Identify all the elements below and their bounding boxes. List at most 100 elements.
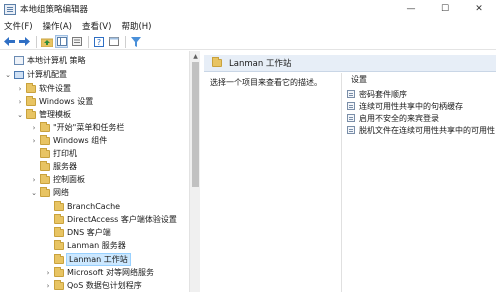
up-folder-icon[interactable]	[40, 35, 53, 48]
chevron-right-icon[interactable]: ›	[16, 98, 24, 106]
details-header: Lanman 工作站	[204, 55, 496, 72]
folder-icon	[40, 186, 50, 197]
details-header-title: Lanman 工作站	[229, 59, 292, 69]
folder-icon	[54, 266, 64, 277]
folder-icon	[54, 200, 64, 211]
tree-item-control-panel[interactable]: › 控制面板	[30, 173, 85, 186]
list-view-icon[interactable]	[70, 35, 83, 48]
tree-item-printers[interactable]: 打印机	[30, 147, 77, 160]
chevron-right-icon[interactable]: ›	[44, 269, 52, 277]
title-bar: 本地组策略编辑器 — ☐ ✕	[0, 0, 496, 18]
tree-item-qos[interactable]: › QoS 数据包计划程序	[44, 279, 142, 292]
folder-icon	[26, 82, 36, 93]
setting-label: 启用不安全的来宾登录	[359, 113, 439, 123]
tree-item-lanman-server[interactable]: Lanman 服务器	[44, 239, 126, 252]
tree-item-computer-config[interactable]: ⌄ 计算机配置	[4, 68, 67, 81]
menu-bar: 文件(F) 操作(A) 查看(V) 帮助(H)	[0, 18, 496, 34]
tree-item-start-menu-taskbar[interactable]: › "开始"菜单和任务栏	[30, 121, 124, 134]
folder-icon	[40, 134, 50, 145]
tree-item-label: DirectAccess 客户端体验设置	[67, 215, 177, 224]
chevron-right-icon[interactable]: ›	[30, 124, 38, 132]
toolbar-separator	[125, 35, 126, 48]
scroll-thumb[interactable]	[192, 62, 199, 187]
folder-icon	[54, 239, 64, 250]
tree-item-label: Windows 设置	[39, 97, 94, 106]
tree-item-windows-components[interactable]: › Windows 组件	[30, 134, 107, 147]
chevron-right-icon[interactable]: ›	[30, 176, 38, 184]
folder-icon	[26, 108, 36, 119]
chevron-down-icon[interactable]: ⌄	[30, 189, 38, 197]
setting-row[interactable]: 密码套件顺序	[347, 88, 407, 100]
tree-item-label: Windows 组件	[53, 136, 108, 145]
tree-item-label: Lanman 工作站	[66, 253, 131, 266]
tree-item-branchcache[interactable]: BranchCache	[44, 200, 120, 213]
window-controls: — ☐ ✕	[394, 0, 496, 18]
folder-icon	[54, 226, 64, 237]
folder-icon	[54, 213, 64, 224]
folder-icon	[40, 147, 50, 158]
toolbar: ?	[0, 34, 496, 50]
menu-action[interactable]: 操作(A)	[43, 20, 72, 32]
setting-icon	[347, 102, 355, 110]
chevron-down-icon[interactable]: ⌄	[16, 111, 24, 119]
tree-item-label: Microsoft 对等网络服务	[67, 268, 154, 277]
window-title: 本地组策略编辑器	[20, 5, 89, 15]
setting-row[interactable]: 启用不安全的来宾登录	[347, 112, 439, 124]
tree-scrollbar[interactable]: ▲	[189, 51, 200, 292]
tree-item-label: "开始"菜单和任务栏	[53, 123, 125, 132]
tree-item-label: DNS 客户端	[67, 228, 111, 237]
setting-icon	[347, 90, 355, 98]
folder-icon	[54, 253, 64, 264]
svg-text:?: ?	[96, 38, 100, 47]
toolbar-separator	[88, 35, 89, 48]
maximize-button[interactable]: ☐	[428, 0, 462, 18]
chevron-right-icon[interactable]: ›	[44, 282, 52, 290]
setting-row[interactable]: 脱机文件在连续可用性共享中的可用性	[347, 124, 495, 136]
menu-view[interactable]: 查看(V)	[82, 20, 111, 32]
policy-editor-app-icon	[4, 3, 16, 15]
tree-item-admin-templates[interactable]: ⌄ 管理模板	[16, 108, 71, 121]
folder-icon	[40, 121, 50, 132]
help-icon[interactable]: ?	[92, 35, 105, 48]
setting-row[interactable]: 连续可用性共享中的句柄缓存	[347, 100, 463, 112]
settings-column-header[interactable]: 设置	[351, 74, 367, 85]
toolbar-separator	[36, 35, 37, 48]
tree-item-microsoft-p2p[interactable]: › Microsoft 对等网络服务	[44, 266, 154, 279]
chevron-right-icon[interactable]: ›	[16, 85, 24, 93]
tree-item-directaccess[interactable]: DirectAccess 客户端体验设置	[44, 213, 177, 226]
tree-item-software-settings[interactable]: › 软件设置	[16, 82, 71, 95]
chevron-down-icon[interactable]: ⌄	[4, 71, 12, 79]
tree-item-label: 控制面板	[53, 175, 85, 184]
forward-icon[interactable]	[18, 35, 31, 48]
description-text: 选择一个项目来查看它的描述。	[210, 78, 322, 87]
scroll-up-arrow-icon[interactable]: ▲	[190, 51, 201, 61]
show-hide-tree-icon[interactable]	[55, 35, 68, 48]
details-pane: Lanman 工作站 选择一个项目来查看它的描述。 设置 密码套件顺序 连续可用…	[204, 51, 496, 292]
chevron-right-icon[interactable]: ›	[30, 137, 38, 145]
setting-icon	[347, 126, 355, 134]
tree-item-network[interactable]: ⌄ 网络	[30, 186, 69, 199]
minimize-button[interactable]: —	[394, 0, 428, 18]
folder-icon	[212, 57, 222, 67]
filter-icon[interactable]	[129, 35, 142, 48]
back-icon[interactable]	[3, 35, 16, 48]
setting-label: 连续可用性共享中的句柄缓存	[359, 101, 463, 111]
close-button[interactable]: ✕	[462, 0, 496, 18]
tree-item-server[interactable]: 服务器	[30, 160, 77, 173]
console-tree: 本地计算机 策略 ⌄ 计算机配置 › 软件设置 › Windows 设置 ⌄ 管…	[0, 51, 200, 292]
properties-icon[interactable]	[107, 35, 120, 48]
tree-item-label: QoS 数据包计划程序	[67, 281, 142, 290]
tree-item-label: 服务器	[53, 162, 77, 171]
menu-file[interactable]: 文件(F)	[4, 20, 33, 32]
computer-icon	[14, 70, 24, 79]
tree-item-label: 打印机	[53, 149, 77, 158]
tree-item-dns-client[interactable]: DNS 客户端	[44, 226, 111, 239]
tree-item-label: 计算机配置	[27, 70, 67, 79]
folder-icon	[54, 279, 64, 290]
tree-item-lanman-workstation[interactable]: Lanman 工作站	[44, 253, 131, 266]
setting-label: 脱机文件在连续可用性共享中的可用性	[359, 125, 495, 135]
tree-item-windows-settings[interactable]: › Windows 设置	[16, 95, 93, 108]
tree-item-label: 管理模板	[39, 110, 71, 119]
menu-help[interactable]: 帮助(H)	[121, 20, 151, 32]
tree-item-local-policy[interactable]: 本地计算机 策略	[4, 54, 86, 67]
